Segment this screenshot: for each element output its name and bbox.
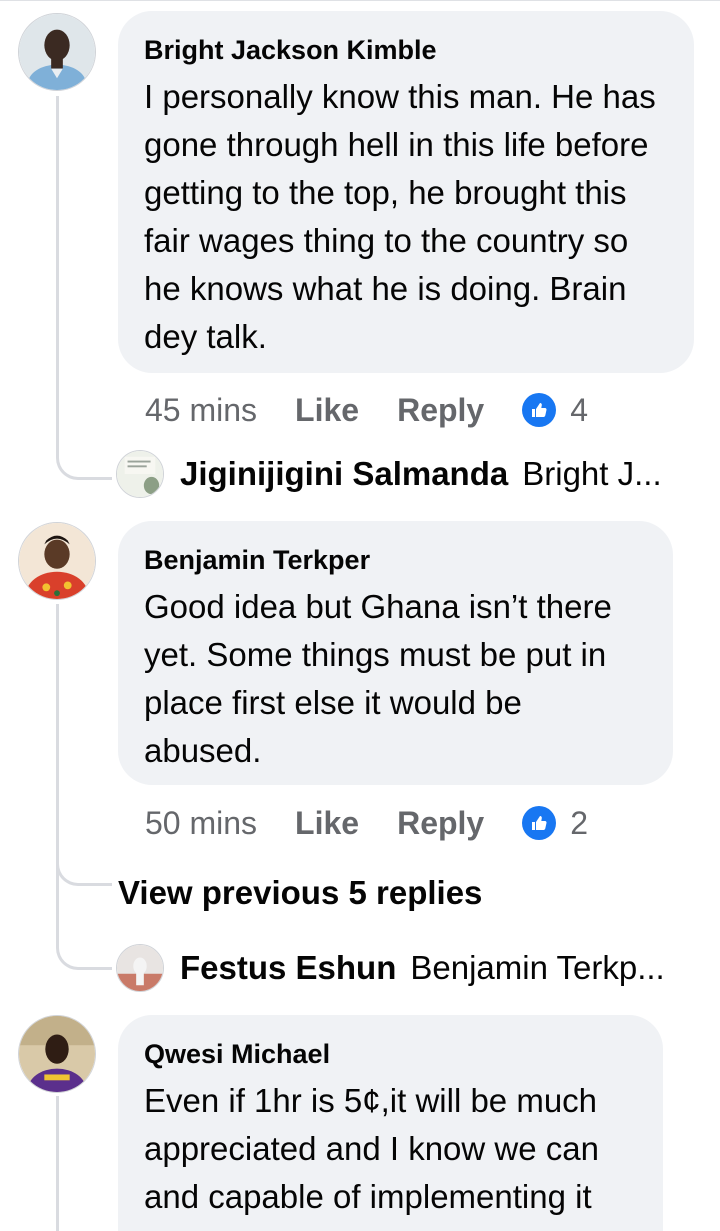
reply-preview-text: Benjamin Terkp... <box>410 949 665 986</box>
comment-author[interactable]: Benjamin Terkper <box>144 543 647 577</box>
thread-line <box>56 604 59 934</box>
like-count[interactable]: 2 <box>570 805 588 842</box>
comment-author[interactable]: Qwesi Michael <box>144 1037 637 1071</box>
reply-button[interactable]: Reply <box>397 805 484 842</box>
comment-bubble[interactable]: Benjamin Terkper Good idea but Ghana isn… <box>118 521 673 785</box>
comment-bubble[interactable]: Qwesi Michael Even if 1hr is 5¢,it will … <box>118 1015 663 1231</box>
avatar-jiginijigini-salmanda <box>116 450 164 498</box>
like-count[interactable]: 4 <box>570 392 588 429</box>
thumbs-up-icon <box>522 806 557 840</box>
reply-author[interactable]: Jiginijigini Salmanda <box>180 455 508 493</box>
reply-preview-text: Bright J... <box>522 455 662 492</box>
avatar-festus-eshun <box>116 944 164 992</box>
comment-meta: 50 mins Like Reply 2 <box>145 801 588 845</box>
view-previous-replies-link[interactable]: View previous 5 replies <box>118 874 482 912</box>
avatar-benjamin-terkper[interactable] <box>18 522 96 600</box>
avatar-bright-jackson-kimble[interactable] <box>18 13 96 91</box>
comment-text: Even if 1hr is 5¢,it will be much apprec… <box>144 1082 599 1215</box>
comment-timestamp[interactable]: 45 mins <box>145 392 257 429</box>
comment-bubble[interactable]: Bright Jackson Kimble I personally know … <box>118 11 694 373</box>
thread-line <box>56 96 59 446</box>
comment-text: I personally know this man. He has gone … <box>144 78 656 355</box>
thread-line <box>56 1096 59 1231</box>
thread-elbow <box>56 930 112 970</box>
comments-screen: Bright Jackson Kimble I personally know … <box>0 0 720 1231</box>
like-button[interactable]: Like <box>295 392 359 429</box>
thread-elbow <box>56 858 112 886</box>
comment-meta: 45 mins Like Reply 4 <box>145 388 588 432</box>
avatar-qwesi-michael[interactable] <box>18 1015 96 1093</box>
comment-text: Good idea but Ghana isn’t there yet. Som… <box>144 588 612 769</box>
reply-button[interactable]: Reply <box>397 392 484 429</box>
comment-timestamp[interactable]: 50 mins <box>145 805 257 842</box>
reply-author[interactable]: Festus Eshun <box>180 949 396 987</box>
thumbs-up-icon <box>522 393 557 427</box>
comment-author[interactable]: Bright Jackson Kimble <box>144 33 668 67</box>
like-button[interactable]: Like <box>295 805 359 842</box>
reply-preview-row[interactable]: Festus Eshun Benjamin Terkp... <box>116 942 665 994</box>
top-divider <box>0 0 720 1</box>
thread-elbow <box>56 440 112 480</box>
reply-preview-row[interactable]: Jiginijigini Salmanda Bright J... <box>116 448 662 500</box>
